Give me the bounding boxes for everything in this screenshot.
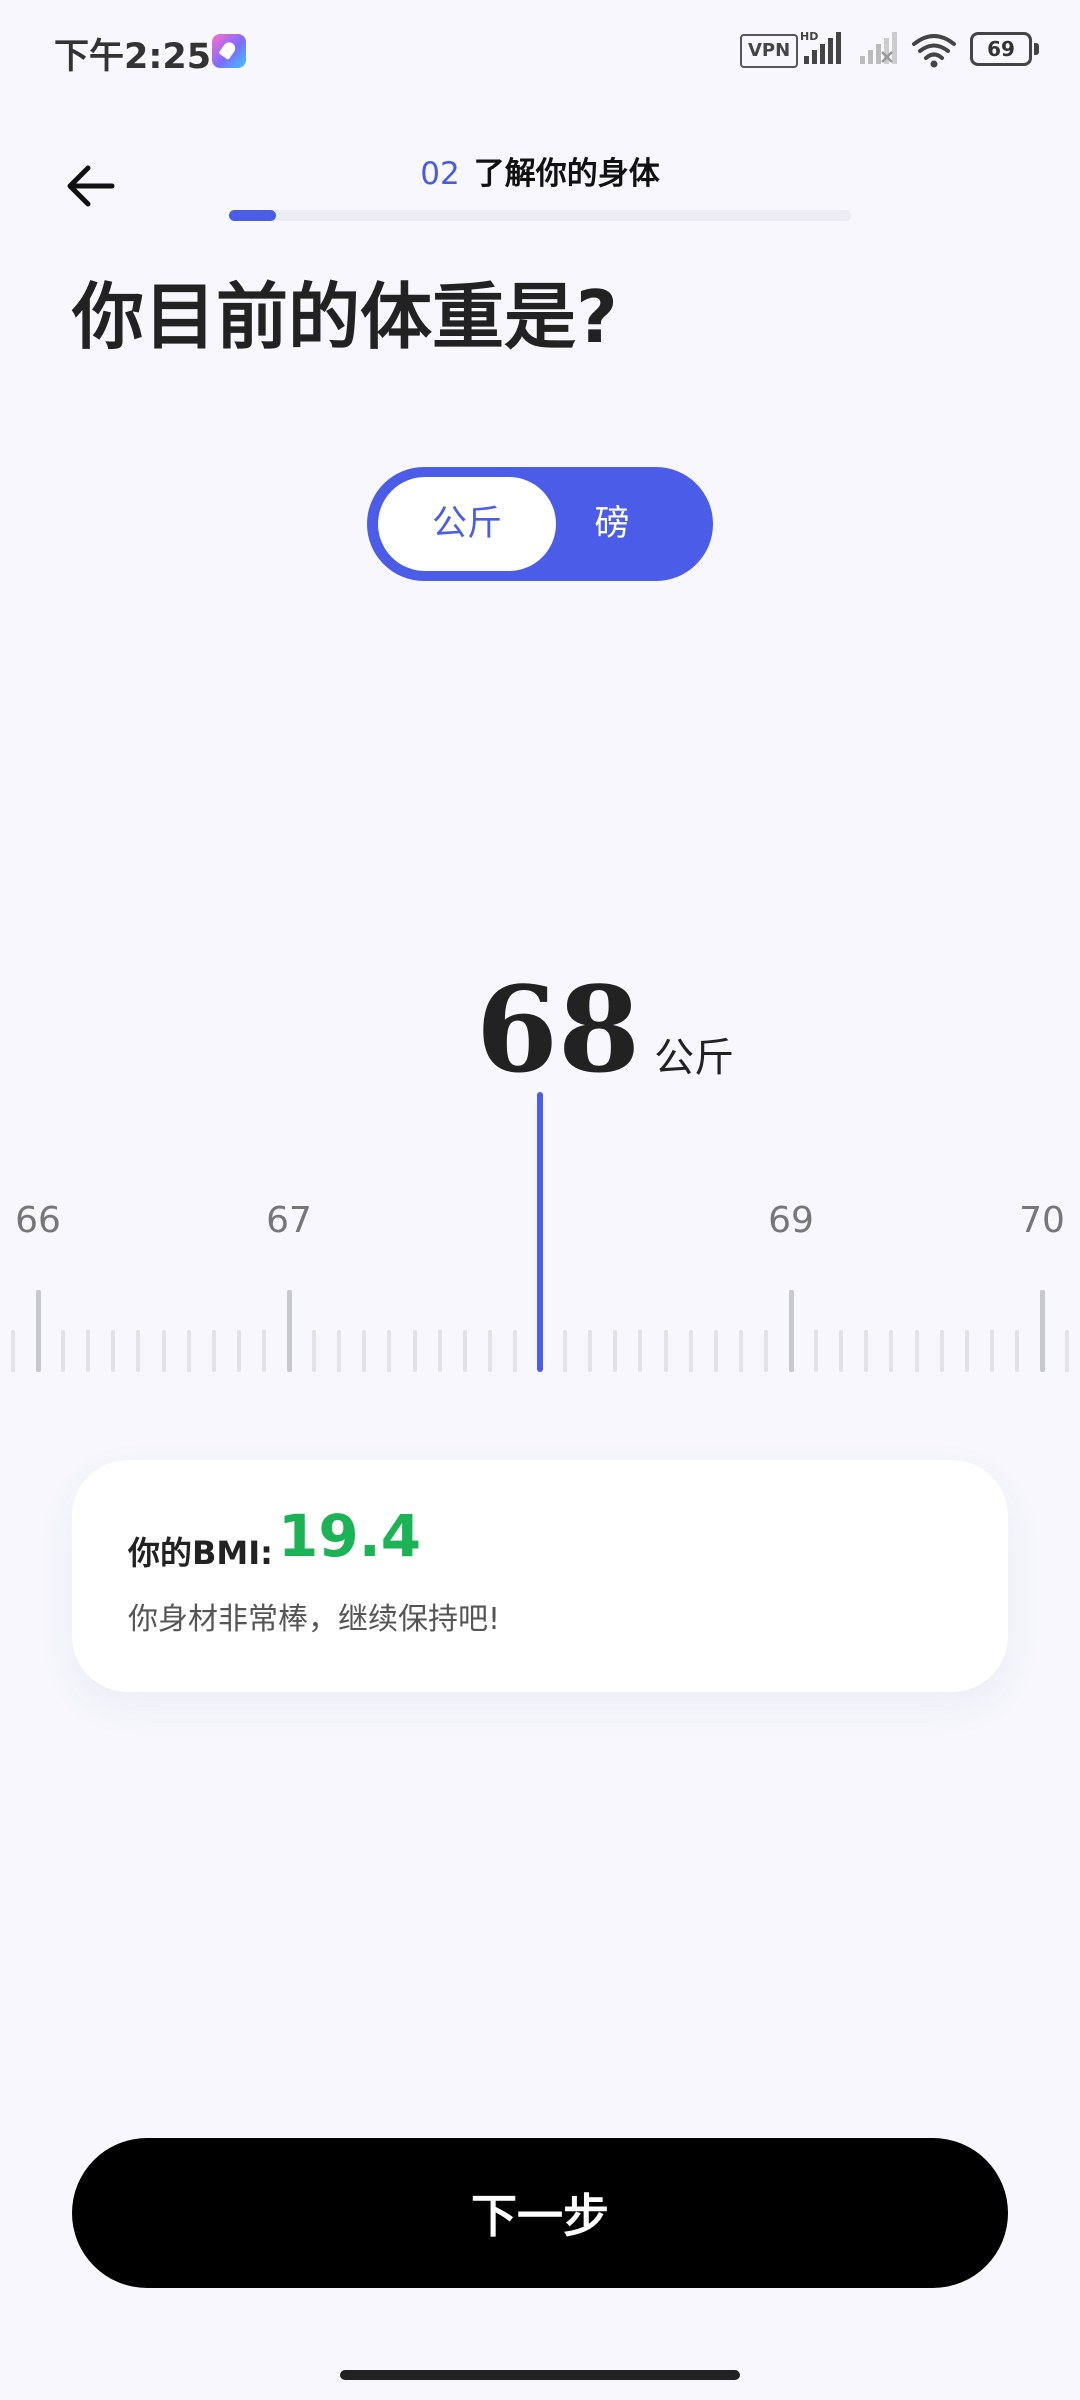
wifi-icon (910, 32, 958, 72)
ruler-minor-tick (236, 1330, 241, 1372)
ruler-minor-tick (1065, 1330, 1070, 1372)
bmi-card: 你的BMI: 19.4 你身材非常棒，继续保持吧! (72, 1460, 1008, 1692)
ruler-minor-tick (814, 1330, 819, 1372)
ruler-label: 69 (768, 1200, 814, 1241)
ruler-minor-tick (663, 1330, 668, 1372)
ruler-minor-tick (889, 1330, 894, 1372)
battery-icon: 69 (970, 32, 1039, 66)
network-label: HD (800, 30, 818, 43)
ruler-minor-tick (10, 1330, 15, 1372)
step-number: 02 (420, 156, 460, 192)
ruler-minor-tick (362, 1330, 367, 1372)
ruler-label: 70 (1019, 1200, 1065, 1241)
bmi-message: 你身材非常棒，继续保持吧! (128, 1602, 501, 1637)
ruler-minor-tick (211, 1330, 216, 1372)
step-indicator: 02 了解你的身体 (0, 148, 1080, 193)
ruler-minor-tick (462, 1330, 467, 1372)
ruler-minor-tick (161, 1330, 166, 1372)
ruler-minor-tick (738, 1330, 743, 1372)
ruler-label: 66 (15, 1200, 61, 1241)
status-time: 下午2:25 (54, 37, 212, 77)
ruler-minor-tick (186, 1330, 191, 1372)
signal-icon: HD (800, 30, 844, 66)
ruler-minor-tick (86, 1330, 91, 1372)
ruler-major-tick (35, 1290, 41, 1372)
weight-input-screen: 下午2:25 VPN HD 69 02 了解你的身体 你目前的体重是? 公斤 磅… (0, 0, 1080, 2400)
ruler-minor-tick (261, 1330, 266, 1372)
ruler-minor-tick (713, 1330, 718, 1372)
ruler-minor-tick (939, 1330, 944, 1372)
ruler-minor-tick (136, 1330, 141, 1372)
vpn-badge: VPN (740, 34, 799, 68)
ruler-minor-tick (437, 1330, 442, 1372)
home-indicator[interactable] (340, 2370, 740, 2380)
weight-readout: 68 公斤 (0, 960, 1080, 1099)
ruler-label: 67 (266, 1200, 312, 1241)
battery-level: 69 (987, 37, 1015, 61)
progress-fill (229, 210, 276, 221)
ruler-minor-tick (111, 1330, 116, 1372)
ruler-minor-tick (412, 1330, 417, 1372)
ruler-minor-tick (638, 1330, 643, 1372)
ruler-minor-tick (563, 1330, 568, 1372)
status-bar: 下午2:25 VPN HD 69 (0, 0, 1080, 100)
weight-value: 68 (475, 960, 641, 1099)
ruler-minor-tick (964, 1330, 969, 1372)
ruler-major-tick (286, 1290, 292, 1372)
ruler-minor-tick (487, 1330, 492, 1372)
ruler-minor-tick (763, 1330, 768, 1372)
progress-bar (229, 210, 851, 221)
ruler-minor-tick (839, 1330, 844, 1372)
ruler-minor-tick (688, 1330, 693, 1372)
ruler-minor-tick (312, 1330, 317, 1372)
ruler-minor-tick (588, 1330, 593, 1372)
ruler-selected-indicator (537, 1092, 543, 1372)
ruler-minor-tick (914, 1330, 919, 1372)
ruler-minor-tick (864, 1330, 869, 1372)
page-title: 你目前的体重是? (72, 275, 618, 359)
unit-option-lb[interactable]: 磅 (523, 477, 701, 571)
ruler-major-tick (1039, 1290, 1045, 1372)
ruler-minor-tick (1014, 1330, 1019, 1372)
ruler-minor-tick (989, 1330, 994, 1372)
bmi-label: 你的BMI: (128, 1534, 273, 1572)
ruler-minor-tick (387, 1330, 392, 1372)
bmi-value: 19.4 (278, 1502, 422, 1570)
signal-weak-icon (856, 30, 900, 66)
next-button[interactable]: 下一步 (72, 2138, 1008, 2288)
ruler-major-tick (788, 1290, 794, 1372)
ruler-minor-tick (61, 1330, 66, 1372)
app-rocket-icon (212, 34, 246, 68)
step-title: 了解你的身体 (473, 156, 660, 192)
unit-toggle[interactable]: 公斤 磅 (367, 467, 713, 581)
ruler-minor-tick (337, 1330, 342, 1372)
ruler-minor-tick (512, 1330, 517, 1372)
weight-unit: 公斤 (654, 1035, 735, 1081)
ruler-minor-tick (613, 1330, 618, 1372)
